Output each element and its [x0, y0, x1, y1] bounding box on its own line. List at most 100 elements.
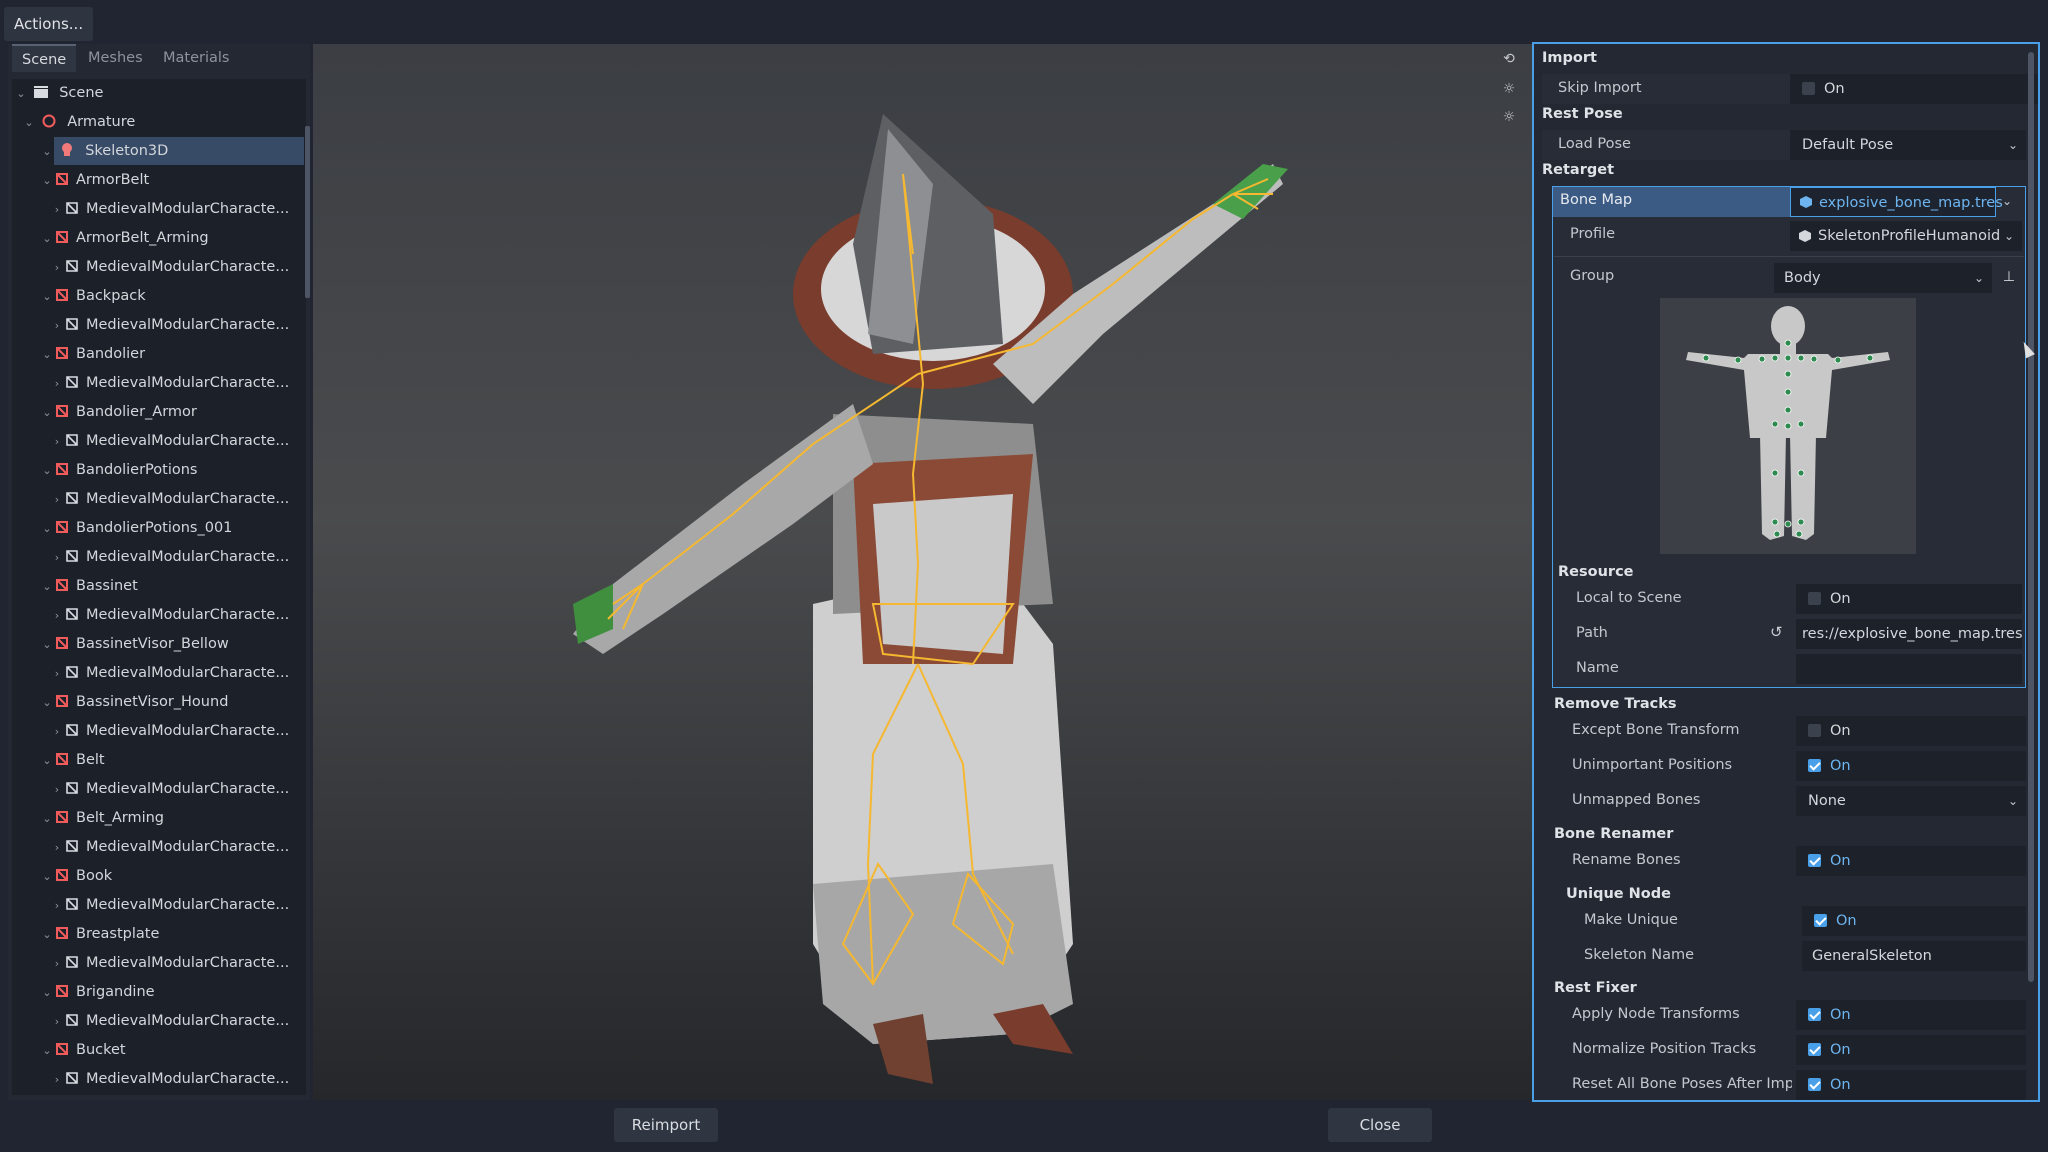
chevron-down-icon[interactable]: ⌄ — [40, 283, 54, 311]
chevron-down-icon[interactable]: ⌄ — [40, 921, 54, 949]
tree-item-mesh[interactable]: › MedievalModularCharacte... — [50, 1065, 289, 1093]
tree-item-bone[interactable]: ⌄ BassinetVisor_Bellow — [40, 630, 228, 659]
chevron-right-icon[interactable]: › — [50, 892, 64, 920]
chevron-down-icon[interactable]: ⌄ — [40, 341, 54, 369]
tree-item-bone[interactable]: ⌄ Bandolier_Armor — [40, 398, 196, 427]
tree-item-bone[interactable]: ⌄ Bassinet — [40, 572, 137, 601]
name-field[interactable] — [1796, 654, 2022, 684]
tree-item-mesh[interactable]: › MedievalModularCharacte... — [50, 195, 289, 223]
tree-item-bone[interactable]: ⌄ Book — [40, 862, 112, 890]
path-field[interactable]: res://explosive_bone_map.tres — [1796, 619, 2023, 649]
tab-scene[interactable]: Scene — [12, 44, 77, 72]
3d-viewport[interactable]: ⟲ ☼ ☼ — [313, 44, 1532, 1100]
tree-item-armature[interactable]: ⌄ Armature — [22, 108, 135, 136]
chevron-right-icon[interactable]: › — [50, 428, 64, 456]
rename-bones-checkbox[interactable]: On — [1796, 846, 2026, 876]
make-unique-checkbox[interactable]: On — [1802, 906, 2026, 936]
chevron-down-icon[interactable]: ⌄ — [40, 747, 54, 775]
normalize-position-tracks-checkbox[interactable]: On — [1796, 1035, 2026, 1065]
tree-item-bone[interactable]: ⌄ ArmorBelt_Arming — [40, 224, 208, 253]
chevron-down-icon[interactable]: ⌄ — [40, 631, 54, 659]
local-to-scene-checkbox[interactable]: On — [1796, 584, 2022, 614]
tree-item-skeleton3d[interactable]: ⌄ Skeleton3D — [42, 137, 304, 165]
tree-item-bone[interactable]: ⌄ Belt — [40, 746, 104, 775]
tab-materials[interactable]: Materials — [153, 44, 239, 72]
body-map-preview[interactable] — [1660, 298, 1916, 554]
chevron-down-icon[interactable]: ⌄ — [40, 805, 54, 833]
tree-item-bone[interactable]: ⌄ Belt_Arming — [40, 804, 164, 832]
chevron-right-icon[interactable]: › — [50, 486, 64, 514]
chevron-down-icon[interactable]: ⌄ — [40, 225, 54, 253]
reimport-button[interactable]: Reimport — [614, 1108, 718, 1142]
apply-node-transforms-checkbox[interactable]: On — [1796, 1000, 2026, 1030]
actions-menu-button[interactable]: Actions... — [4, 7, 94, 41]
chevron-right-icon[interactable]: › — [50, 1066, 64, 1094]
tree-item-bone[interactable]: ⌄ BassinetVisor_Hound — [40, 688, 228, 716]
tree-item-bone[interactable]: ⌄ Backpack — [40, 282, 145, 311]
group-dropdown[interactable]: Body ⌄ — [1774, 263, 1992, 293]
chevron-down-icon[interactable]: ⌄ — [40, 863, 54, 891]
chevron-down-icon[interactable]: ⌄ — [40, 167, 54, 195]
tree-item-bone[interactable]: ⌄ Bandolier — [40, 340, 145, 368]
chevron-right-icon[interactable]: › — [50, 196, 64, 224]
tree-item-bone[interactable]: ⌄ BandolierPotions — [40, 456, 197, 484]
tree-item-mesh[interactable]: › MedievalModularCharacte... — [50, 543, 289, 571]
tree-item-mesh[interactable]: › MedievalModularCharacte... — [50, 717, 289, 745]
chevron-down-icon[interactable]: ⌄ — [2002, 194, 2012, 208]
chevron-right-icon[interactable]: › — [50, 602, 64, 630]
tree-item-mesh[interactable]: › MedievalModularCharacte... — [50, 659, 289, 687]
chevron-right-icon[interactable]: › — [50, 544, 64, 572]
tree-item-bone[interactable]: ⌄ BandolierPotions_001 — [40, 514, 232, 542]
reset-icon[interactable]: ↺ — [1770, 623, 1783, 641]
skeleton-name-field[interactable]: GeneralSkeleton — [1802, 941, 2026, 971]
bone-map-resource-field[interactable]: explosive_bone_map.tres — [1790, 187, 2003, 217]
close-button[interactable]: Close — [1328, 1108, 1432, 1142]
tree-item-mesh[interactable]: › MedievalModularCharacte... — [50, 311, 289, 339]
tab-meshes[interactable]: Meshes — [78, 44, 153, 72]
chevron-right-icon[interactable]: › — [50, 776, 64, 804]
tree-item-mesh[interactable]: › MedievalModularCharacte... — [50, 891, 289, 919]
tree-item-mesh[interactable]: › MedievalModularCharacte... — [50, 601, 289, 629]
chevron-down-icon[interactable]: ⌄ — [40, 573, 54, 601]
tree-item-mesh[interactable]: › MedievalModularCharacte... — [50, 833, 289, 861]
chevron-right-icon[interactable]: › — [50, 718, 64, 746]
chevron-right-icon[interactable]: › — [50, 370, 64, 398]
tree-item-scene[interactable]: ⌄ Scene — [12, 79, 103, 107]
tree-item-bone[interactable]: ⌄ ArmorBelt — [40, 166, 149, 194]
chevron-down-icon[interactable]: ⌄ — [40, 515, 54, 543]
chevron-right-icon[interactable]: › — [50, 1008, 64, 1036]
chevron-right-icon[interactable]: › — [50, 950, 64, 978]
chevron-down-icon[interactable]: ⌄ — [40, 138, 54, 166]
unmapped-bones-dropdown[interactable]: None ⌄ — [1796, 786, 2026, 816]
chevron-right-icon[interactable]: › — [50, 312, 64, 340]
tree-item-mesh[interactable]: › MedievalModularCharacte... — [50, 485, 289, 513]
tree-item-bone[interactable]: ⌄ Breastplate — [40, 920, 159, 948]
chevron-down-icon[interactable]: ⌄ — [22, 109, 36, 137]
tree-item-bone[interactable]: ⌄ Brigandine — [40, 978, 154, 1007]
chevron-down-icon[interactable]: ⌄ — [40, 1037, 54, 1065]
chevron-right-icon[interactable]: › — [50, 254, 64, 282]
inspector-scrollbar[interactable] — [2028, 52, 2034, 982]
tree-item-mesh[interactable]: › MedievalModularCharacte... — [50, 949, 289, 977]
chevron-right-icon[interactable]: › — [50, 834, 64, 862]
chevron-right-icon[interactable]: › — [50, 660, 64, 688]
tree-item-mesh[interactable]: › MedievalModularCharacte... — [50, 369, 289, 397]
tree-item-mesh[interactable]: › MedievalModularCharacte... — [50, 427, 289, 455]
tree-item-mesh[interactable]: › MedievalModularCharacte... — [50, 1007, 289, 1035]
chevron-down-icon[interactable]: ⌄ — [40, 399, 54, 427]
unimportant-positions-checkbox[interactable]: On — [1796, 751, 2026, 781]
load-pose-dropdown[interactable]: Default Pose ⌄ — [1790, 130, 2026, 160]
chevron-down-icon[interactable]: ⌄ — [40, 457, 54, 485]
chevron-down-icon[interactable]: ⌄ — [40, 979, 54, 1007]
tree-scrollbar[interactable] — [305, 126, 310, 298]
tree-item-bone[interactable]: ⌄ Bucket — [40, 1036, 125, 1065]
pin-icon[interactable]: ⊥ — [1998, 266, 2020, 288]
except-bone-transform-checkbox[interactable]: On — [1796, 716, 2026, 746]
skip-import-checkbox[interactable]: On — [1790, 74, 2038, 104]
profile-resource-field[interactable]: SkeletonProfileHumanoid ⌄ — [1790, 221, 2022, 251]
tree-item-mesh[interactable]: › MedievalModularCharacte... — [50, 253, 289, 281]
chevron-down-icon[interactable]: ⌄ — [40, 689, 54, 717]
chevron-down-icon[interactable]: ⌄ — [14, 80, 28, 108]
tree-item-mesh[interactable]: › MedievalModularCharacte... — [50, 775, 289, 803]
reset-all-bone-poses-checkbox[interactable]: On — [1796, 1070, 2026, 1100]
